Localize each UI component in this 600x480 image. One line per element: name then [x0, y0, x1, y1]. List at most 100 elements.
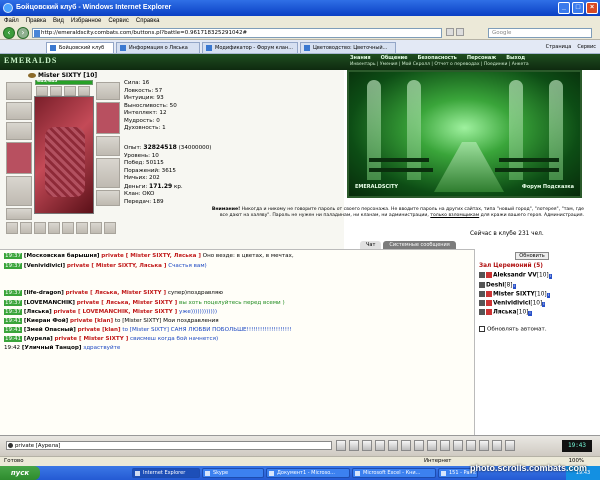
forum-icon[interactable] [492, 440, 502, 451]
pants-slot[interactable] [96, 158, 120, 188]
armor-slot[interactable] [6, 176, 32, 206]
tab-club[interactable]: Бойцовский клуб [46, 42, 114, 53]
scroll-slot-3[interactable] [34, 222, 46, 234]
search-input[interactable]: Google [488, 28, 592, 38]
menu-file[interactable]: Файл [4, 16, 19, 26]
help-icon[interactable] [479, 440, 489, 451]
start-button[interactable]: пуск [0, 466, 40, 480]
map-icon[interactable] [401, 440, 411, 451]
mail-icon[interactable] [453, 440, 463, 451]
sub-nav[interactable]: Инвентарь | Умения | Мой Скролл | Отчет … [350, 62, 529, 67]
nav-security[interactable]: Безопасность [418, 55, 457, 61]
losses-line: Поражений: 3615 [124, 167, 176, 174]
room-user[interactable]: Mister SIXTY[10]i [479, 291, 550, 298]
task-word[interactable]: Документ1 - Microso... [266, 468, 350, 478]
earring-slot[interactable] [6, 102, 32, 120]
page-menu[interactable]: Страница [546, 43, 572, 52]
clear-icon[interactable] [349, 440, 359, 451]
scroll-slot-7[interactable] [90, 222, 102, 234]
menu-view[interactable]: Вид [53, 16, 64, 26]
tab-forum[interactable]: Модификатор - Форум клан... [202, 42, 298, 53]
auto-update-checkbox[interactable]: Обновлять автомат. [479, 326, 547, 333]
inventory-icon[interactable] [414, 440, 424, 451]
scroll-slot-6[interactable] [76, 222, 88, 234]
nav-knowledge[interactable]: Знания [350, 55, 371, 61]
checkbox-icon[interactable] [479, 326, 485, 332]
scene-links[interactable]: Форум Подсказка [522, 184, 574, 190]
minimize-button[interactable]: _ [558, 2, 570, 14]
scroll-slot-1[interactable] [6, 222, 18, 234]
menu-help[interactable]: Справка [136, 16, 160, 26]
info-icon[interactable]: i [542, 301, 546, 307]
scroll-slot-4[interactable] [48, 222, 60, 234]
nav-communication[interactable]: Общение [381, 55, 408, 61]
private-icon[interactable] [479, 272, 485, 278]
private-icon[interactable] [479, 291, 485, 297]
exit-icon[interactable] [505, 440, 515, 451]
task-excel[interactable]: Microsoft Excel - Кни... [352, 468, 436, 478]
warning-link[interactable]: только взломщикам [430, 213, 479, 218]
room-user[interactable]: Aleksandr VV[10]i [479, 272, 552, 279]
info-icon[interactable]: i [512, 283, 516, 289]
task-ie[interactable]: Internet Explorer [132, 468, 200, 478]
chat-input[interactable]: private [Аурела] [6, 441, 332, 450]
chat-input-bar: private [Аурела] 19:43 [0, 435, 600, 456]
pillar-right [549, 80, 563, 180]
sword-icon[interactable] [388, 440, 398, 451]
forward-button[interactable]: › [17, 27, 29, 39]
buff-slot-4[interactable] [78, 86, 90, 96]
friends-icon[interactable] [440, 440, 450, 451]
amulet-slot[interactable] [6, 122, 32, 140]
fight-icon[interactable] [427, 440, 437, 451]
menu-edit[interactable]: Правка [26, 16, 46, 26]
boots-slot[interactable] [96, 190, 120, 206]
settings-icon[interactable] [466, 440, 476, 451]
info-icon[interactable]: i [548, 273, 552, 279]
tab-system-messages[interactable]: Системные сообщения [383, 241, 456, 249]
task-skype[interactable]: Skype [202, 468, 264, 478]
stop-icon[interactable] [456, 28, 464, 36]
helmet-slot[interactable] [6, 82, 32, 100]
nav-character[interactable]: Персонаж [467, 55, 496, 61]
tab-info[interactable]: Информация о Ляська [116, 42, 200, 53]
weapon-slot[interactable] [6, 142, 32, 174]
ring-slot[interactable] [96, 136, 120, 156]
tab-flowers[interactable]: Цветоводство: Цветочный... [300, 42, 396, 53]
private-icon[interactable] [479, 309, 485, 315]
info-icon[interactable]: i [546, 292, 550, 298]
nav-exit[interactable]: Выход [506, 55, 525, 61]
buff-slot-1[interactable] [36, 86, 48, 96]
room-user[interactable]: Venividivici[10]i [479, 300, 546, 307]
buff-slot-2[interactable] [50, 86, 62, 96]
shield-slot[interactable] [96, 102, 120, 134]
scroll-slot-8[interactable] [104, 222, 116, 234]
private-icon[interactable] [479, 282, 485, 288]
character-avatar[interactable] [34, 96, 94, 214]
online-count: Сейчас в клубе 231 чел. [470, 231, 544, 237]
maximize-button[interactable]: □ [572, 2, 584, 14]
gloves-slot[interactable] [96, 82, 120, 100]
private-icon[interactable] [479, 300, 485, 306]
send-icon[interactable] [336, 440, 346, 451]
menu-favorites[interactable]: Избранное [71, 16, 101, 26]
info-icon[interactable]: i [528, 310, 532, 316]
filter-icon[interactable] [375, 440, 385, 451]
tools-menu[interactable]: Сервис [577, 43, 596, 52]
update-button[interactable]: Обновить [515, 252, 549, 260]
room-user[interactable]: Deshi[8]i [479, 282, 516, 289]
url-field[interactable]: http://emeraldscity.combats.com/buttons.… [32, 28, 442, 38]
smile-icon[interactable] [362, 440, 372, 451]
chat-message: 19:42 [Уличный Танцор] здраствуйте [4, 345, 121, 351]
room-user[interactable]: Ляська[10]i [479, 309, 532, 316]
belt-slot[interactable] [6, 208, 32, 220]
refresh-icon[interactable] [446, 28, 454, 36]
scroll-slot-5[interactable] [62, 222, 74, 234]
location-scene[interactable]: EMERALDSCITY Форум Подсказка [347, 70, 582, 198]
tab-chat[interactable]: Чат [360, 241, 382, 249]
scroll-slot-2[interactable] [20, 222, 32, 234]
close-button[interactable]: × [586, 2, 598, 14]
chat-message: 19:41 [Аурела] private [ Mister SIXTY ] … [4, 336, 219, 342]
menu-tools[interactable]: Сервис [108, 16, 129, 26]
back-button[interactable]: ‹ [3, 27, 15, 39]
buff-slot-3[interactable] [64, 86, 76, 96]
